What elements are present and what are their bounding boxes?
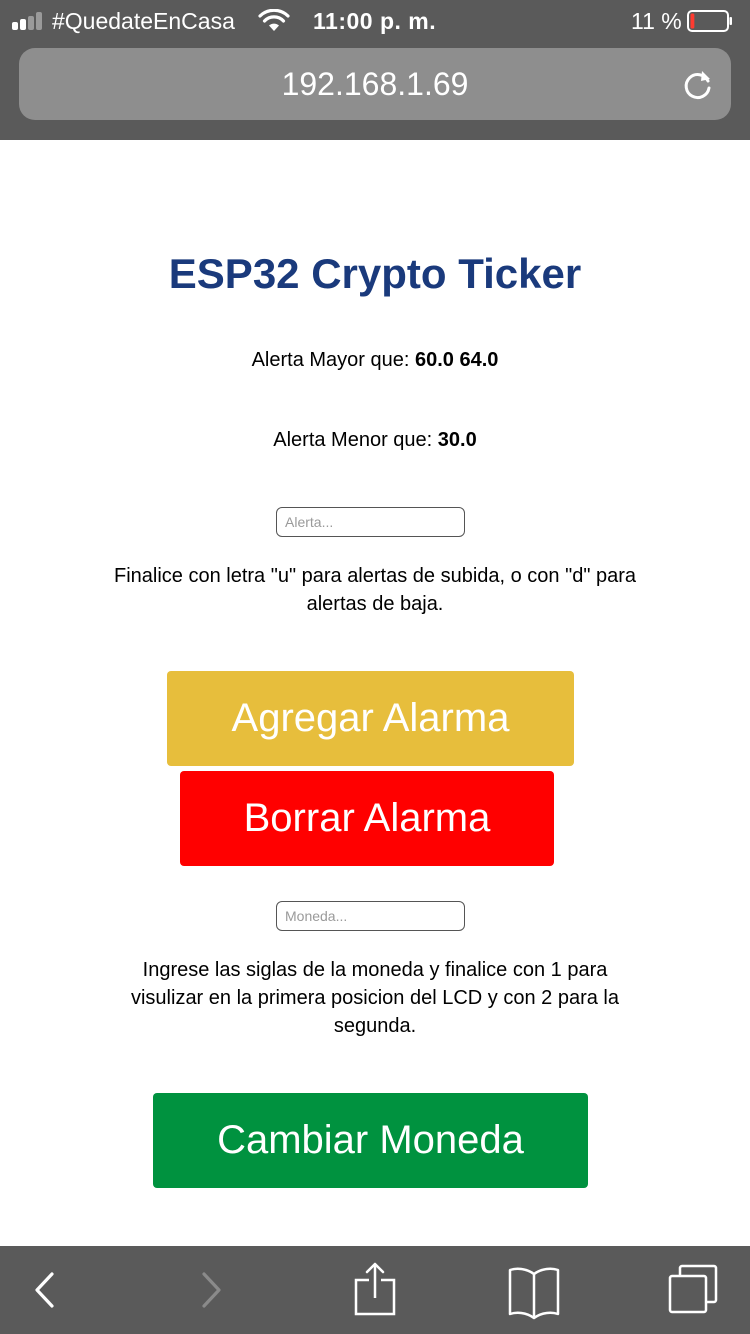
status-time: 11:00 p. m. — [313, 8, 437, 34]
url-text[interactable]: 192.168.1.69 — [19, 48, 731, 120]
alert-hint: Finalice con letra "u" para alertas de s… — [113, 565, 637, 615]
signal-icon — [12, 12, 46, 30]
browser-toolbar — [0, 1246, 750, 1334]
address-bar[interactable]: 192.168.1.69 — [19, 48, 731, 120]
page-title: ESP32 Crypto Ticker — [168, 250, 582, 297]
battery-icon — [687, 10, 732, 32]
browser-address-area: 192.168.1.69 — [0, 42, 750, 140]
carrier-name: #QuedateEnCasa — [52, 8, 235, 34]
battery-percent: 11 % — [631, 8, 682, 34]
delete-alarm-button[interactable]: Borrar Alarma — [180, 771, 554, 866]
alert-high-label: Alerta Mayor que: — [251, 349, 410, 371]
wifi-icon — [258, 9, 290, 31]
status-bar: #QuedateEnCasa 11:00 p. m. 11 % — [0, 0, 750, 42]
change-coin-button[interactable]: Cambiar Moneda — [153, 1093, 588, 1188]
alert-low-value: 30.0 — [437, 429, 477, 451]
alert-low-line: Alerta Menor que: 30.0 — [0, 426, 750, 454]
alert-low-label: Alerta Menor que: — [273, 429, 433, 451]
coin-hint: Ingrese las siglas de la moneda y finali… — [130, 959, 619, 1037]
alert-high-values: 60.0 64.0 — [415, 349, 499, 371]
page-content: ESP32 Crypto Ticker Alerta Mayor que: 60… — [0, 140, 750, 1246]
forward-icon — [202, 1272, 221, 1308]
tabs-icon[interactable] — [666, 1246, 720, 1334]
add-alarm-button[interactable]: Agregar Alarma — [167, 671, 574, 766]
alert-high-line: Alerta Mayor que: 60.0 64.0 — [0, 346, 750, 374]
coin-input[interactable] — [276, 901, 465, 931]
share-icon[interactable] — [350, 1246, 400, 1334]
alert-input[interactable] — [276, 507, 465, 537]
back-icon[interactable] — [22, 1246, 66, 1334]
reload-icon[interactable] — [681, 68, 715, 102]
bookmarks-icon[interactable] — [506, 1246, 562, 1334]
